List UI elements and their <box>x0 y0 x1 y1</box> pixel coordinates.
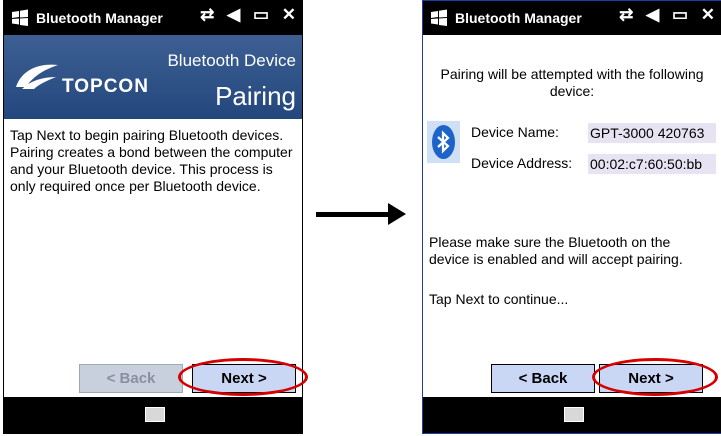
windows-start-icon[interactable] <box>429 8 449 28</box>
intro-text: Pairing will be attempted with the follo… <box>440 66 704 99</box>
bluetooth-icon <box>427 121 460 163</box>
device-name-value: GPT-3000 420763 <box>588 123 716 143</box>
banner-heading: Pairing <box>215 81 296 111</box>
header-banner: TOPCON Bluetooth Device Pairing <box>4 35 302 119</box>
device-name-label: Device Name: <box>471 124 559 140</box>
battery-icon[interactable]: ▭ <box>672 5 688 24</box>
highlight-ring <box>592 358 718 396</box>
keyboard-icon[interactable] <box>145 407 165 422</box>
right-arrow-icon <box>388 203 406 225</box>
windows-start-icon[interactable] <box>10 8 30 28</box>
continue-text: Tap Next to continue... <box>429 291 569 307</box>
highlight-ring <box>178 358 308 396</box>
instructions-text: Tap Next to begin pairing Bluetooth devi… <box>10 127 293 194</box>
volume-icon[interactable]: ◀ <box>227 5 240 24</box>
back-button[interactable]: < Back <box>491 364 595 393</box>
status-icons: ⇄ ◀ ▭ ✕ <box>611 5 715 25</box>
connectivity-icon[interactable]: ⇄ <box>619 5 633 24</box>
brand-logo-text: TOPCON <box>62 76 149 97</box>
bottom-bar <box>423 397 721 433</box>
keyboard-icon[interactable] <box>564 407 584 422</box>
volume-icon[interactable]: ◀ <box>646 5 659 24</box>
status-icons: ⇄ ◀ ▭ ✕ <box>192 5 296 25</box>
bottom-bar <box>4 397 302 433</box>
connectivity-icon[interactable]: ⇄ <box>200 5 214 24</box>
window-title: Bluetooth Manager <box>36 10 163 26</box>
close-icon[interactable]: ✕ <box>282 5 296 24</box>
topcon-logo-icon <box>16 64 58 89</box>
window-title: Bluetooth Manager <box>455 10 582 26</box>
close-icon[interactable]: ✕ <box>701 5 715 24</box>
banner-subheading: Bluetooth Device <box>167 51 296 70</box>
pairing-note-text: Please make sure the Bluetooth on the de… <box>429 234 683 267</box>
device-address-value: 00:02:c7:60:50:bb <box>588 154 716 174</box>
device-address-label: Device Address: <box>471 155 573 171</box>
battery-icon[interactable]: ▭ <box>253 5 269 24</box>
back-button: < Back <box>79 364 183 393</box>
title-bar: Bluetooth Manager ⇄ ◀ ▭ ✕ <box>423 1 721 35</box>
arrow-line <box>316 212 390 217</box>
title-bar: Bluetooth Manager ⇄ ◀ ▭ ✕ <box>4 1 302 35</box>
